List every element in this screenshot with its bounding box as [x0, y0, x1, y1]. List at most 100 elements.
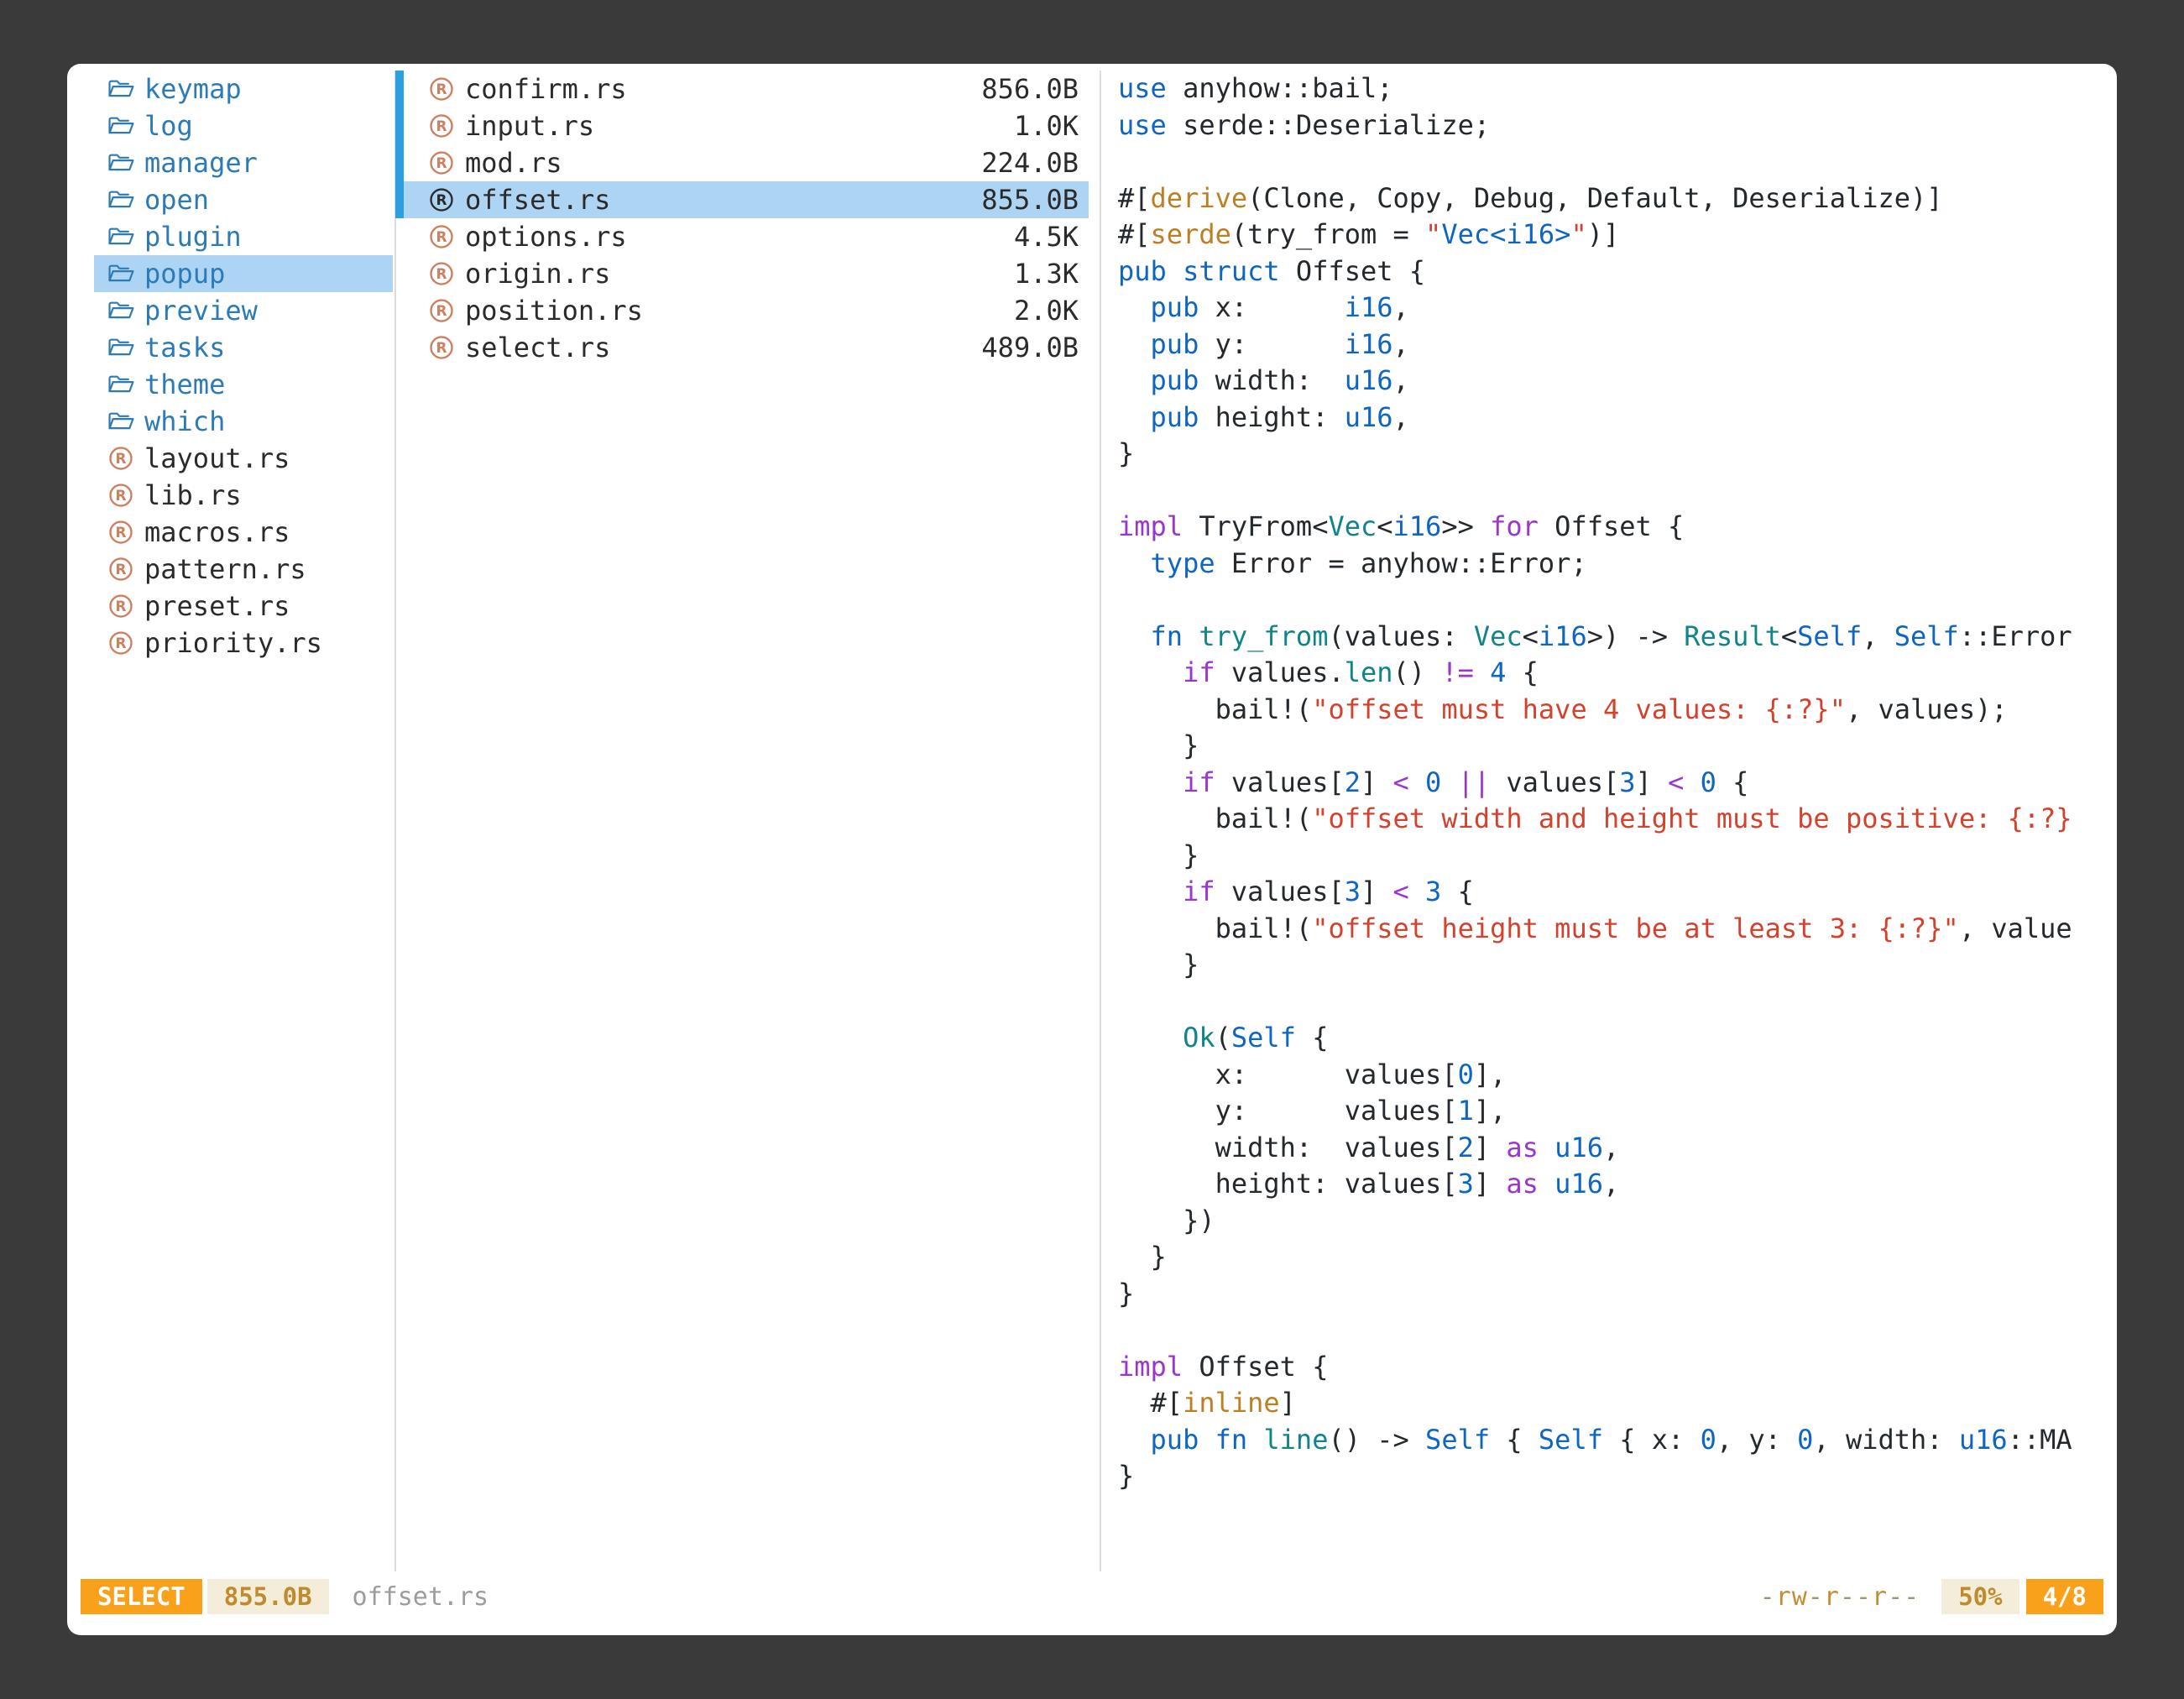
file-size-badge: 855.0B — [207, 1579, 329, 1614]
code-line: if values[2] < 0 || values[3] < 0 { — [1118, 765, 2117, 802]
svg-text:R: R — [436, 81, 447, 97]
dir-item-open[interactable]: open — [94, 181, 393, 218]
code-line: height: values[3] as u16, — [1118, 1166, 2117, 1203]
code-line: #[inline] — [1118, 1385, 2117, 1422]
item-label: pattern.rs — [144, 553, 306, 585]
folder-icon — [108, 301, 134, 321]
svg-text:R: R — [116, 598, 127, 614]
cursor-position-badge: 4/8 — [2026, 1579, 2103, 1614]
file-size: 855.0B — [981, 184, 1079, 216]
item-label: mod.rs — [465, 147, 562, 179]
item-icon-slot: R — [107, 446, 134, 471]
dir-item-log[interactable]: log — [94, 107, 393, 144]
svg-text:R: R — [436, 191, 447, 208]
item-label: open — [144, 184, 209, 216]
dir-item-preview[interactable]: preview — [94, 292, 393, 329]
rust-file-icon: R — [429, 113, 454, 139]
scrollbar-indicator[interactable] — [395, 71, 404, 218]
file-size: 2.0K — [1014, 295, 1079, 327]
file-item-confirm.rs[interactable]: R confirm.rs 856.0B — [403, 71, 1089, 107]
item-label: plugin — [144, 221, 242, 253]
rust-file-icon: R — [429, 335, 454, 360]
dir-item-keymap[interactable]: keymap — [94, 71, 393, 107]
rust-file-icon: R — [108, 446, 133, 471]
code-line: bail!("offset must have 4 values: {:?}",… — [1118, 692, 2117, 729]
dir-item-theme[interactable]: theme — [94, 366, 393, 403]
rust-file-icon: R — [108, 630, 133, 656]
rust-file-icon: R — [108, 483, 133, 508]
file-size: 489.0B — [981, 332, 1079, 363]
dir-item-which[interactable]: which — [94, 403, 393, 440]
item-icon-slot — [107, 116, 134, 136]
status-bar-left: SELECT 855.0B offset.rs — [81, 1579, 489, 1614]
item-label: input.rs — [465, 110, 594, 142]
rust-file-icon: R — [108, 520, 133, 545]
panes-container: keymap log manager open plugin popup — [67, 71, 2117, 1571]
rust-file-icon: R — [429, 224, 454, 249]
current-pane[interactable]: R confirm.rs 856.0B R input.rs 1.0K R mo… — [396, 71, 1100, 1571]
file-item-layout.rs[interactable]: R layout.rs — [94, 440, 393, 477]
code-line: width: values[2] as u16, — [1118, 1130, 2117, 1167]
file-item-options.rs[interactable]: R options.rs 4.5K — [403, 218, 1089, 255]
file-item-lib.rs[interactable]: R lib.rs — [94, 477, 393, 514]
file-item-select.rs[interactable]: R select.rs 489.0B — [403, 329, 1089, 366]
status-filename: offset.rs — [353, 1582, 489, 1612]
file-item-pattern.rs[interactable]: R pattern.rs — [94, 551, 393, 588]
svg-text:R: R — [436, 154, 447, 171]
rust-file-icon: R — [108, 557, 133, 582]
file-list: R confirm.rs 856.0B R input.rs 1.0K R mo… — [396, 71, 1100, 366]
item-icon-slot: R — [107, 630, 134, 656]
code-line: y: values[1], — [1118, 1093, 2117, 1130]
item-label: macros.rs — [144, 516, 290, 548]
parent-pane[interactable]: keymap log manager open plugin popup — [67, 71, 394, 1571]
svg-text:R: R — [436, 302, 447, 319]
code-line: } — [1118, 1276, 2117, 1313]
screen-background: keymap log manager open plugin popup — [0, 0, 2184, 1699]
file-item-macros.rs[interactable]: R macros.rs — [94, 514, 393, 551]
item-label: preset.rs — [144, 590, 290, 622]
code-line: } — [1118, 436, 2117, 473]
file-item-preset.rs[interactable]: R preset.rs — [94, 588, 393, 625]
svg-text:R: R — [116, 450, 127, 467]
preview-pane[interactable]: use anyhow::bail;use serde::Deserialize;… — [1101, 71, 2117, 1571]
file-item-input.rs[interactable]: R input.rs 1.0K — [403, 107, 1089, 144]
code-line: }) — [1118, 1203, 2117, 1240]
file-permissions: -rw-r--r-- — [1760, 1582, 1920, 1612]
code-line: pub y: i16, — [1118, 327, 2117, 363]
code-line — [1118, 144, 2117, 180]
rust-file-icon: R — [429, 76, 454, 102]
svg-text:R: R — [436, 265, 447, 282]
item-label: log — [144, 110, 193, 142]
item-label: which — [144, 405, 225, 437]
status-bar-right: -rw-r--r-- 50% 4/8 — [1760, 1579, 2103, 1614]
item-icon-slot: R — [428, 150, 455, 175]
rust-file-icon: R — [429, 298, 454, 323]
item-label: popup — [144, 258, 225, 290]
code-line: if values.len() != 4 { — [1118, 655, 2117, 692]
svg-text:R: R — [116, 487, 127, 504]
code-line: use anyhow::bail; — [1118, 71, 2117, 107]
folder-icon — [108, 153, 134, 173]
code-line: pub struct Offset { — [1118, 254, 2117, 290]
item-label: manager — [144, 147, 258, 179]
file-item-position.rs[interactable]: R position.rs 2.0K — [403, 292, 1089, 329]
rust-file-icon: R — [429, 187, 454, 212]
code-line: type Error = anyhow::Error; — [1118, 546, 2117, 583]
file-item-mod.rs[interactable]: R mod.rs 224.0B — [403, 144, 1089, 181]
file-manager-window: keymap log manager open plugin popup — [67, 64, 2117, 1635]
svg-text:R: R — [436, 228, 447, 245]
code-line: #[derive(Clone, Copy, Debug, Default, De… — [1118, 180, 2117, 217]
file-item-priority.rs[interactable]: R priority.rs — [94, 625, 393, 661]
file-item-origin.rs[interactable]: R origin.rs 1.3K — [403, 255, 1089, 292]
svg-text:R: R — [436, 339, 447, 356]
dir-item-popup[interactable]: popup — [94, 255, 393, 292]
code-line: impl Offset { — [1118, 1349, 2117, 1386]
file-item-offset.rs[interactable]: R offset.rs 855.0B — [403, 181, 1089, 218]
dir-item-tasks[interactable]: tasks — [94, 329, 393, 366]
item-icon-slot: R — [428, 298, 455, 323]
svg-text:R: R — [116, 524, 127, 541]
code-line — [1118, 582, 2117, 619]
item-label: select.rs — [465, 332, 610, 363]
dir-item-plugin[interactable]: plugin — [94, 218, 393, 255]
dir-item-manager[interactable]: manager — [94, 144, 393, 181]
